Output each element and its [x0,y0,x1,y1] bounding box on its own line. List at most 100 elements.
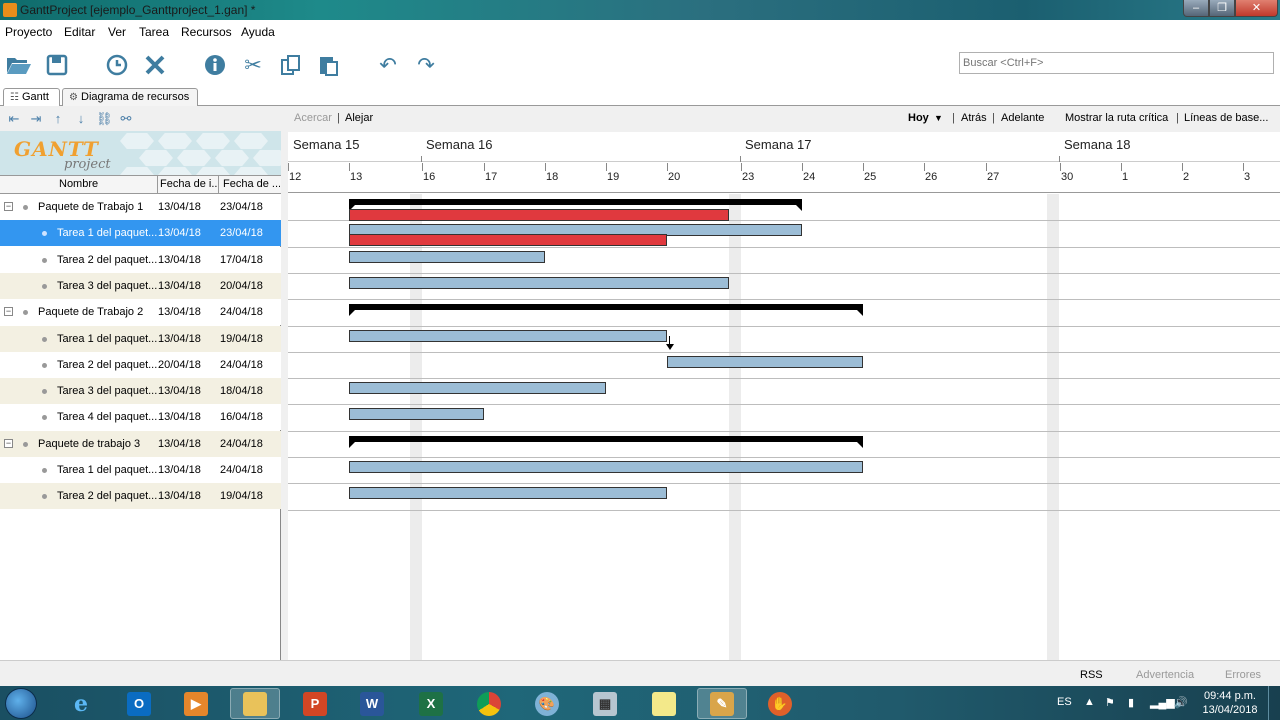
menu-editar[interactable]: Editar [64,25,95,39]
sticky-notes-icon[interactable] [639,688,689,719]
critical-task-bar[interactable] [349,234,667,247]
tray-chevron-icon[interactable]: ▲ [1084,696,1095,708]
task-name: Tarea 3 del paquet... [57,279,157,292]
task-bar[interactable] [349,382,606,395]
chevron-down-icon[interactable]: ▼ [934,113,943,123]
language-indicator[interactable]: ES [1057,696,1072,708]
table-row[interactable]: Tarea 1 del paquet... 13/04/18 19/04/18 [0,325,281,352]
collapse-toggle-icon[interactable]: − [4,307,13,317]
clock-icon[interactable] [104,52,130,78]
table-row[interactable]: − Paquete de trabajo 3 13/04/18 24/04/18 [0,430,281,457]
start-button[interactable] [5,688,37,719]
forward-button[interactable]: Adelante [1001,112,1044,124]
show-desktop-button[interactable] [1268,686,1280,720]
day-label: 1 [1122,171,1129,183]
table-row[interactable]: Tarea 1 del paquet... 13/04/18 23/04/18 [0,220,281,247]
tab-gantt[interactable]: ☷ Gantt [3,88,60,106]
media-player-icon[interactable]: ▶ [171,688,221,719]
summary-bar[interactable] [349,199,802,211]
system-clock[interactable]: 09:44 p.m. 13/04/2018 [1198,689,1262,717]
excel-icon[interactable]: X [406,688,456,719]
today-button[interactable]: Hoy [908,112,929,124]
calculator-icon[interactable]: ▦ [580,688,630,719]
column-end-date[interactable]: Fecha de ... [223,178,280,190]
move-up-icon[interactable]: ↑ [50,111,66,127]
warnings-link[interactable]: Advertencia [1136,669,1194,681]
indent-icon[interactable]: ⇥ [28,111,44,127]
table-row[interactable]: Tarea 3 del paquet... 13/04/18 20/04/18 [0,272,281,299]
word-icon[interactable]: W [347,688,397,719]
critical-task-bar[interactable] [349,209,729,221]
file-explorer-icon[interactable] [230,688,280,719]
menu-proyecto[interactable]: Proyecto [5,25,52,39]
volume-icon[interactable]: 🔊 [1174,696,1188,709]
internet-explorer-icon[interactable]: e [56,688,106,719]
task-end: 24/04/18 [220,306,263,319]
task-bar[interactable] [349,276,729,289]
maximize-button[interactable]: ❐ [1209,0,1235,17]
chrome-icon[interactable] [464,688,514,719]
table-row[interactable]: Tarea 3 del paquet... 13/04/18 18/04/18 [0,378,281,405]
task-bar[interactable] [349,461,863,473]
battery-icon[interactable]: ▮ [1128,696,1134,709]
zoom-out-button[interactable]: Alejar [345,112,373,124]
game-icon[interactable]: ✋ [755,688,805,719]
summary-bar[interactable] [349,435,863,448]
week-label: Semana 17 [745,137,812,152]
ganttproject-icon[interactable]: ✎ [697,688,747,719]
minimize-button[interactable]: – [1183,0,1209,17]
tab-resources[interactable]: ⚙ Diagrama de recursos [62,88,198,106]
table-row[interactable]: Tarea 1 del paquet... 13/04/18 24/04/18 [0,457,281,483]
collapse-toggle-icon[interactable]: − [4,438,13,448]
task-bar[interactable] [349,329,667,342]
task-bar[interactable] [349,408,484,421]
close-button[interactable]: ✕ [1235,0,1278,17]
task-bar[interactable] [349,487,667,500]
copy-icon[interactable] [278,52,304,78]
cut-icon[interactable]: ✂ [240,52,266,78]
task-bullet-icon [42,468,47,473]
task-bar[interactable] [667,355,863,368]
errors-link[interactable]: Errores [1225,669,1261,681]
outlook-icon[interactable]: O [114,688,164,719]
day-label: 12 [289,171,302,183]
paste-icon[interactable] [316,52,342,78]
table-row[interactable]: − Paquete de Trabajo 1 13/04/18 23/04/18 [0,194,281,220]
logo-subtext: project [64,157,111,172]
redo-icon[interactable]: ↷ [413,52,439,78]
menu-ayuda[interactable]: Ayuda [241,25,275,39]
critical-path-button[interactable]: Mostrar la ruta crítica [1065,112,1168,124]
info-icon[interactable] [202,52,228,78]
network-icon[interactable]: ▂▄▆ [1150,696,1175,709]
search-input[interactable] [959,52,1274,74]
save-icon[interactable] [44,52,70,78]
baselines-button[interactable]: Líneas de base... [1184,112,1268,124]
rss-link[interactable]: RSS [1080,669,1103,681]
column-name[interactable]: Nombre [59,178,154,190]
undo-icon[interactable]: ↶ [375,52,401,78]
unlink-icon[interactable]: ⚯ [118,111,134,127]
move-down-icon[interactable]: ↓ [73,111,89,127]
powerpoint-icon[interactable]: P [290,688,340,719]
table-row[interactable]: Tarea 2 del paquet... 13/04/18 17/04/18 [0,246,281,273]
task-bullet-icon [42,336,47,342]
flag-icon[interactable]: ⚑ [1105,696,1115,709]
summary-bar[interactable] [349,304,863,317]
outdent-icon[interactable]: ⇤ [6,111,22,127]
back-button[interactable]: Atrás [961,112,987,124]
table-row[interactable]: Tarea 2 del paquet... 13/04/18 19/04/18 [0,483,281,510]
link-icon[interactable]: ⛓ [96,111,113,127]
zoom-in-button[interactable]: Acercar [294,112,332,124]
table-row[interactable]: − Paquete de Trabajo 2 13/04/18 24/04/18 [0,299,281,326]
delete-icon[interactable] [142,52,168,78]
menu-recursos[interactable]: Recursos [181,25,232,39]
open-folder-icon[interactable] [6,52,32,78]
table-row[interactable]: Tarea 4 del paquet... 13/04/18 16/04/18 [0,404,281,431]
task-bar[interactable] [349,250,545,263]
collapse-toggle-icon[interactable]: − [4,202,13,211]
table-row[interactable]: Tarea 2 del paquet... 20/04/18 24/04/18 [0,351,281,378]
menu-tarea[interactable]: Tarea [139,25,169,39]
menu-ver[interactable]: Ver [108,25,126,39]
column-start-date[interactable]: Fecha de i... [160,178,217,190]
paint-icon[interactable]: 🎨 [522,688,572,719]
